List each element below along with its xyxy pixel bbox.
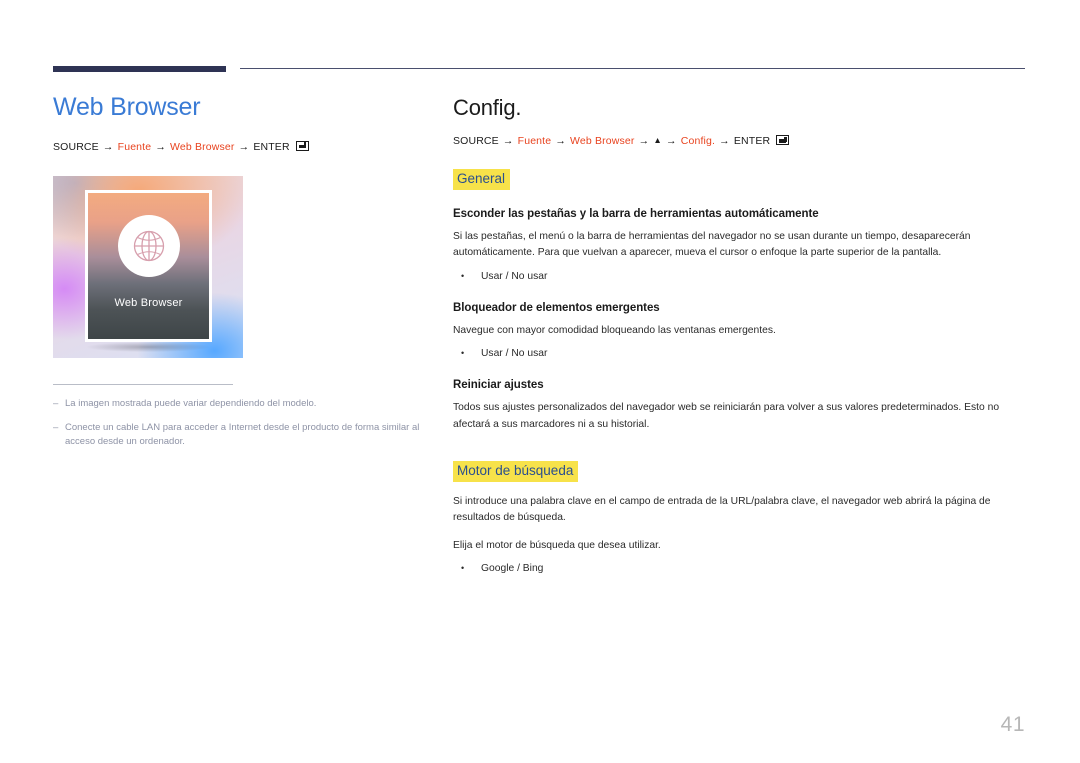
enter-key-icon [776, 135, 790, 146]
note-dash: – [53, 421, 59, 433]
breadcrumb-right: SOURCE → Fuente → Web Browser → ▲ → Conf… [453, 134, 1025, 147]
product-screenshot-label: Web Browser [114, 296, 183, 309]
section-title: Config. [453, 95, 522, 120]
right-column: Config. SOURCE → Fuente → Web Browser → … [453, 95, 1025, 577]
notes-divider [53, 383, 233, 385]
section-tag-general: General [453, 169, 511, 191]
setting-item-auto-hide: Esconder las pestañas y la barra de herr… [453, 208, 1025, 284]
section-tag-search-engine: Motor de búsqueda [453, 460, 579, 482]
setting-description: Si las pestañas, el menú o la barra de h… [453, 231, 971, 259]
note-item: – La imagen mostrada puede variar depend… [53, 397, 425, 411]
bullet-icon: • [461, 563, 465, 573]
search-engine-options: • Google / Bing [453, 561, 1025, 576]
note-text: La imagen mostrada puede variar dependie… [65, 397, 317, 409]
setting-option-values: Usar / No usar [481, 270, 548, 282]
page-title: Web Browser [53, 93, 201, 121]
search-engine-option-values: Google / Bing [481, 563, 544, 574]
product-screenshot: Web Browser [53, 175, 243, 358]
page-number: 41 [1000, 713, 1025, 736]
breadcrumb-fuente: Fuente [117, 140, 152, 153]
arrow-icon: → [155, 140, 166, 153]
note-text: Conecte un cable LAN para acceder a Inte… [65, 421, 420, 447]
setting-item-reset: Reiniciar ajustes Todos sus ajustes pers… [453, 379, 1025, 432]
arrow-icon: → [102, 140, 114, 153]
manual-page: Web Browser SOURCE → Fuente → Web Browse… [0, 0, 1080, 763]
setting-heading: Esconder las pestañas y la barra de herr… [453, 208, 819, 221]
header-rule-thick [53, 66, 226, 72]
setting-heading: Bloqueador de elementos emergentes [453, 301, 660, 314]
breadcrumb-web-browser: Web Browser [570, 135, 635, 148]
arrow-icon: → [502, 135, 514, 148]
arrow-icon: → [666, 135, 677, 148]
left-column: Web Browser SOURCE → Fuente → Web Browse… [53, 93, 428, 459]
setting-option-values: Usar / No usar [481, 348, 548, 360]
arrow-icon: → [638, 135, 650, 148]
product-screenshot-frame: Web Browser [85, 189, 212, 342]
note-dash: – [53, 397, 59, 409]
note-item: – Conecte un cable LAN para acceder a In… [53, 421, 425, 450]
breadcrumb-enter: ENTER [733, 135, 771, 148]
setting-description: Todos sus ajustes personalizados del nav… [453, 402, 1000, 430]
breadcrumb-web-browser: Web Browser [170, 140, 235, 153]
setting-description: Navegue con mayor comodidad bloqueando l… [453, 324, 776, 336]
breadcrumb-left: SOURCE → Fuente → Web Browser → ENTER [53, 140, 428, 153]
section-general: General Esconder las pestañas y la barra… [453, 169, 1025, 432]
globe-icon [117, 214, 180, 277]
product-screenshot-shadow [87, 341, 209, 352]
setting-heading: Reiniciar ajustes [453, 379, 544, 392]
up-arrow-icon: ▲ [653, 135, 662, 146]
arrow-icon: → [238, 140, 250, 153]
arrow-icon: → [555, 135, 566, 148]
header-rule-thin [240, 68, 1025, 69]
bullet-icon: • [461, 270, 465, 281]
breadcrumb-fuente: Fuente [517, 135, 552, 148]
notes-list: – La imagen mostrada puede variar depend… [53, 397, 428, 450]
search-engine-instruction: Elija el motor de búsqueda que desea uti… [453, 539, 661, 551]
breadcrumb-source: SOURCE [53, 140, 99, 153]
setting-item-popup-blocker: Bloqueador de elementos emergentes Naveg… [453, 302, 1025, 362]
setting-options: • Usar / No usar [453, 269, 1025, 284]
breadcrumb-enter: ENTER [253, 140, 290, 153]
breadcrumb-source: SOURCE [453, 135, 499, 148]
bullet-icon: • [461, 348, 465, 359]
arrow-icon: → [719, 135, 730, 148]
setting-options: • Usar / No usar [453, 346, 1025, 361]
breadcrumb-config: Config. [680, 135, 716, 148]
search-engine-description: Si introduce una palabra clave en el cam… [453, 495, 991, 523]
section-search-engine: Motor de búsqueda Si introduce una palab… [453, 460, 1025, 577]
enter-key-icon [295, 140, 309, 151]
